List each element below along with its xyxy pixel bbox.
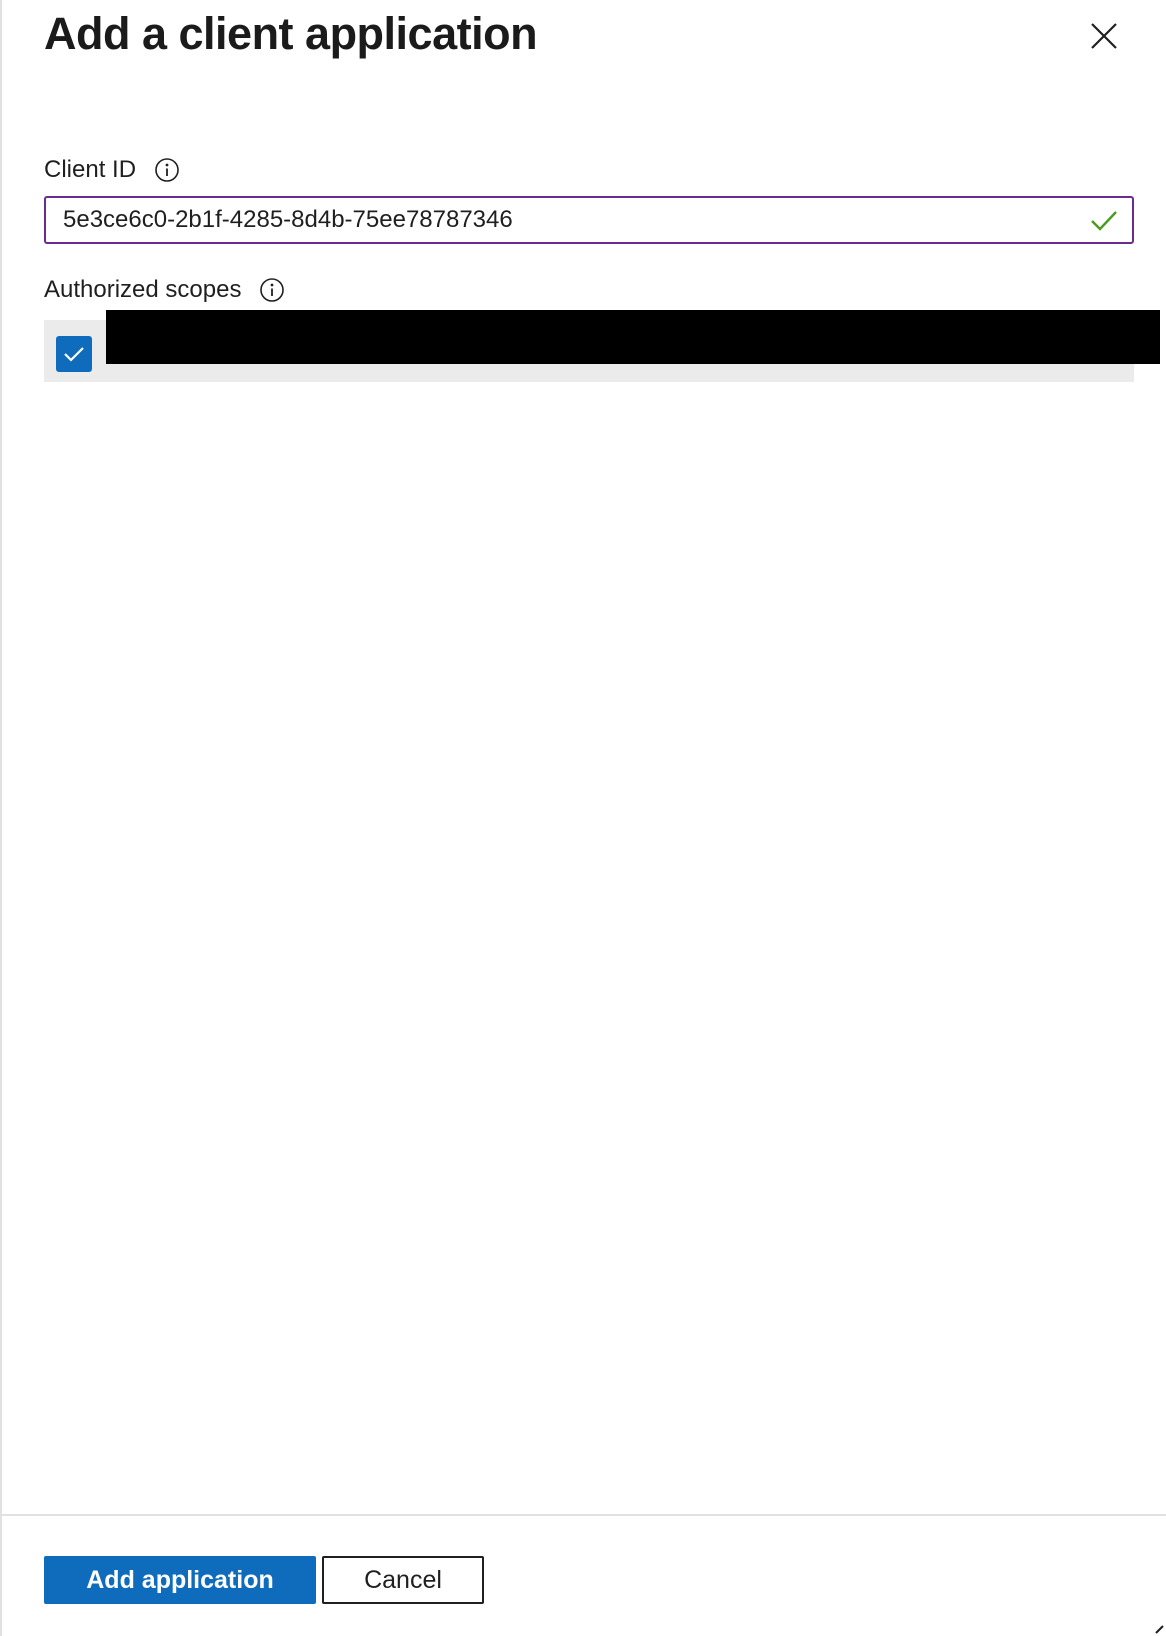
client-id-label: Client ID	[44, 156, 137, 183]
info-icon[interactable]	[154, 157, 180, 183]
add-application-button[interactable]: Add application	[44, 1556, 316, 1604]
authorized-scopes-label: Authorized scopes	[44, 276, 242, 303]
authorized-scopes-label-row: Authorized scopes	[44, 276, 285, 304]
client-id-input[interactable]	[46, 200, 1088, 240]
cancel-button[interactable]: Cancel	[322, 1556, 484, 1604]
scope-checkbox[interactable]	[56, 336, 92, 372]
redaction-bar	[106, 310, 1160, 364]
panel-title: Add a client application	[44, 8, 538, 59]
add-client-application-panel: Add a client application Client ID Autho…	[0, 0, 1166, 1636]
client-id-label-row: Client ID	[44, 156, 180, 184]
footer-divider	[2, 1514, 1166, 1516]
checkbox-checked-icon	[64, 347, 84, 362]
close-button[interactable]	[1082, 14, 1126, 58]
client-id-field	[44, 196, 1134, 244]
checkmark-icon	[1088, 204, 1120, 236]
close-icon	[1091, 23, 1117, 49]
info-icon[interactable]	[259, 277, 285, 303]
resize-grip-icon[interactable]	[1154, 1624, 1164, 1634]
